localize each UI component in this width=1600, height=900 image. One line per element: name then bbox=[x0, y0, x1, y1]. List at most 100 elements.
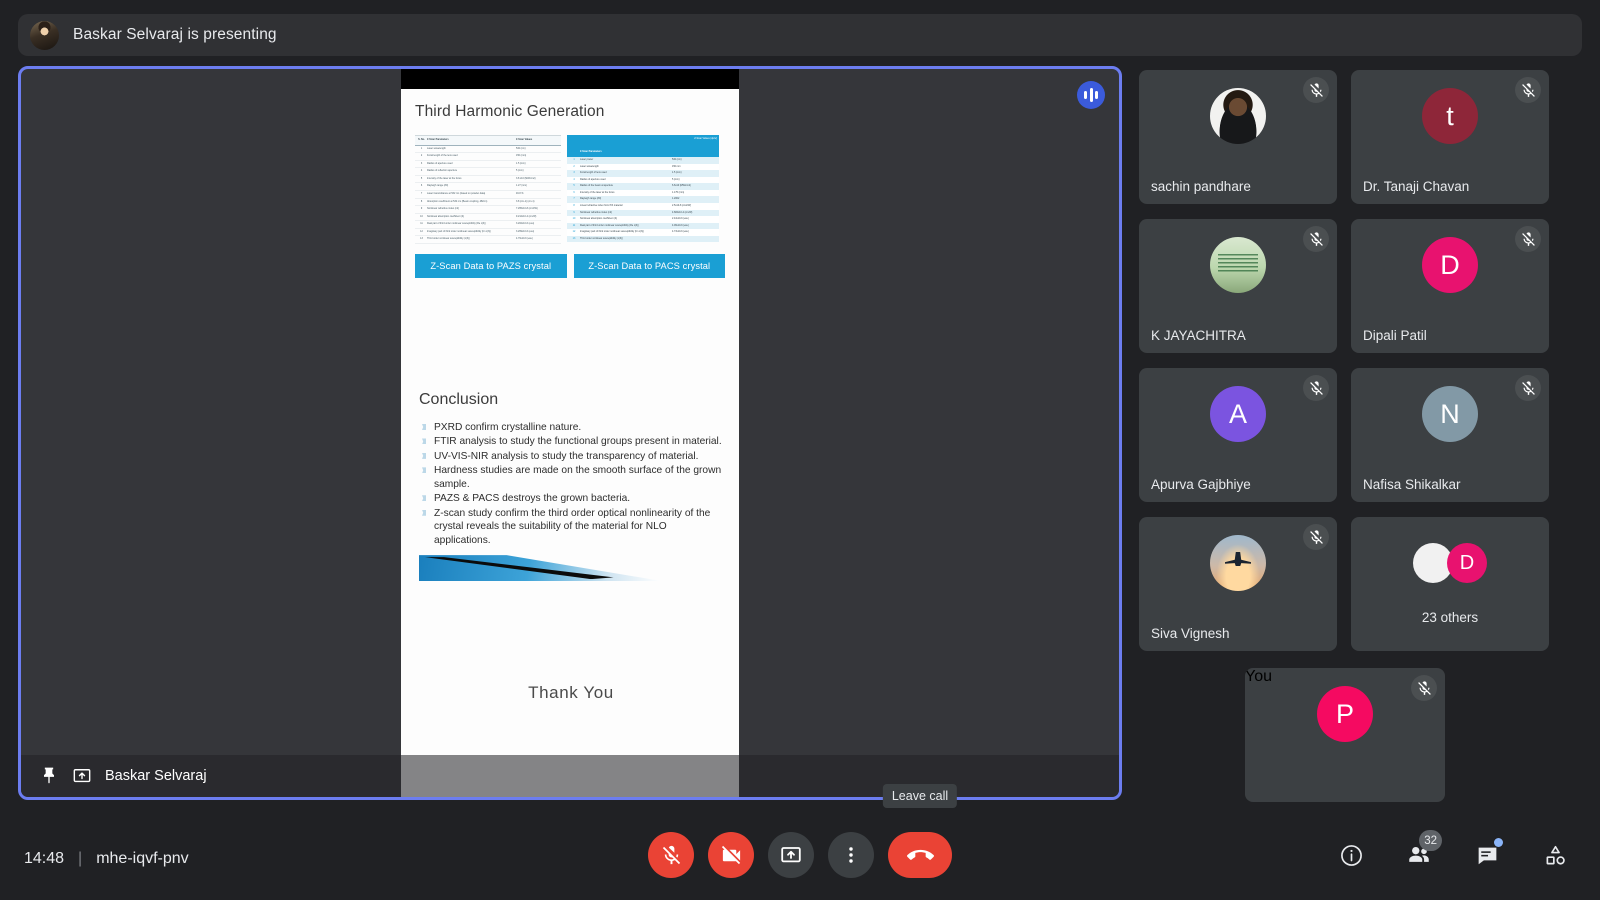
table-row: 4 Radius of reflection aperture 5 (mm) bbox=[415, 168, 561, 176]
table-row: 10 Nonlinear absorption coefficient (b) 9.… bbox=[415, 214, 561, 222]
meeting-details-button[interactable] bbox=[1330, 834, 1372, 876]
table-cell: 2 bbox=[420, 154, 423, 158]
table-cell: 6.6x10 (MW/cm2) bbox=[672, 184, 691, 188]
table-cell: 5 (mm) bbox=[516, 169, 524, 173]
table-cell: 3.8 x10 (MW/cm2) bbox=[516, 176, 536, 180]
table-cell: Real part of third order nonlinear susce… bbox=[580, 223, 639, 227]
table-cell: 4 bbox=[420, 169, 423, 173]
present-screen-button[interactable] bbox=[768, 832, 814, 878]
table-header-cell: Z-Scan Parameters bbox=[580, 150, 602, 154]
tile-you[interactable]: P You bbox=[1245, 668, 1445, 802]
slide-content: Third Harmonic Generation S. No. Z-Scan … bbox=[401, 89, 739, 797]
table-cell: 1.27 (mm) bbox=[516, 184, 527, 188]
camera-off-button[interactable] bbox=[708, 832, 754, 878]
participant-tile[interactable]: N Nafisa Shikalkar bbox=[1351, 368, 1549, 502]
table-cell: Linear refractive index from Pth materia… bbox=[580, 203, 623, 207]
table-cell: Nonlinear absorption coefficient (b) bbox=[580, 217, 618, 221]
table-cell: 1.175 (mm) bbox=[672, 190, 685, 194]
table-row: 3 Radius of aperture used 1.5 (mm) bbox=[415, 161, 561, 169]
table-cell: Absorption coefficient at 532 nm (Beam c… bbox=[427, 199, 488, 203]
pin-icon[interactable] bbox=[39, 766, 59, 786]
table-body: 1 Laser wavelength 532 (nm) 2 Focal length o… bbox=[415, 146, 561, 244]
others-tile[interactable]: D 23 others bbox=[1351, 517, 1549, 651]
z-scan-table-left: S. No. Z-Scan Parameters Z-Scan Values 1… bbox=[415, 135, 561, 244]
table-cell: 11 bbox=[420, 222, 423, 226]
meeting-code[interactable]: mhe-iqvf-pnv bbox=[96, 850, 188, 868]
participant-tile[interactable]: K JAYACHITRA bbox=[1139, 219, 1337, 353]
table-cell: 2.44x10-6 (esu) bbox=[672, 217, 689, 221]
chat-button[interactable] bbox=[1466, 834, 1508, 876]
table-cell: Radius of the beam at aperture bbox=[580, 184, 613, 188]
participant-tile[interactable]: t Dr. Tanaji Chavan bbox=[1351, 70, 1549, 204]
conclusion-bullet: PXRD confirm crystalline nature. bbox=[419, 421, 723, 434]
table-row: 13 Third order nonlinear susceptibility (… bbox=[415, 236, 561, 244]
table-cell: 4 bbox=[573, 177, 575, 181]
mic-off-icon bbox=[1411, 675, 1437, 701]
table-header-row: S. NO. Z-Scan Parameters bbox=[567, 146, 719, 157]
audio-bar bbox=[1089, 88, 1093, 102]
mic-off-icon bbox=[1303, 226, 1329, 252]
table-cell: Laser power bbox=[580, 158, 594, 161]
table-cell: Laser wavelength bbox=[580, 164, 599, 168]
table-cell: 4.684x10-4 (cm/W) bbox=[672, 210, 693, 214]
slide-title: Third Harmonic Generation bbox=[415, 103, 605, 120]
table-cell: Radius of reflection aperture bbox=[427, 169, 458, 173]
show-everyone-button[interactable]: 32 bbox=[1398, 830, 1442, 876]
presenting-banner-text: Baskar Selvaraj is presenting bbox=[73, 26, 277, 43]
table-cell bbox=[672, 237, 718, 242]
slide-tables: S. No. Z-Scan Parameters Z-Scan Values 1… bbox=[415, 135, 725, 244]
participant-tile[interactable]: Siva Vignesh bbox=[1139, 517, 1337, 651]
chat-notification-dot bbox=[1494, 838, 1503, 847]
mic-off-icon bbox=[1515, 375, 1541, 401]
conclusion-bullet: Hardness studies are made on the smooth … bbox=[419, 464, 723, 491]
tile-name: Dr. Tanaji Chavan bbox=[1363, 179, 1470, 194]
participant-tile[interactable]: A Apurva Gajbhiye bbox=[1139, 368, 1337, 502]
table-cell: Rayleigh range (Z0) bbox=[427, 184, 449, 188]
others-avatar-stack: D bbox=[1413, 543, 1487, 583]
presentation-stage[interactable]: Third Harmonic Generation S. No. Z-Scan … bbox=[18, 66, 1122, 800]
leave-call-tooltip: Leave call bbox=[882, 784, 958, 808]
table-row: 9 Nonlinear refractive index (n2) 7.265x10… bbox=[415, 206, 561, 214]
avatar: N bbox=[1422, 386, 1478, 442]
tile-name: sachin pandhare bbox=[1151, 179, 1251, 194]
table-cell: 3.269x10-6 (esu) bbox=[516, 229, 535, 233]
activities-button[interactable] bbox=[1534, 834, 1576, 876]
table-cell: 9.212x10-4 (cm/W) bbox=[516, 214, 537, 218]
table-cell: 7.265x10-8 (cm2/W) bbox=[516, 207, 538, 211]
table-cell: Rayleigh range (Z0) bbox=[580, 197, 602, 201]
participant-tile[interactable]: D Dipali Patil bbox=[1351, 219, 1549, 353]
audio-bar bbox=[1084, 91, 1087, 99]
table-cell: Intensity of the laser at the focus bbox=[427, 176, 462, 180]
table-row: 1 Laser wavelength 532 (nm) bbox=[415, 146, 561, 154]
table-cell: Real part of third order nonlinear susce… bbox=[427, 222, 486, 226]
table-cell: 46.8 % bbox=[516, 191, 524, 195]
presenting-banner: Baskar Selvaraj is presenting bbox=[18, 14, 1582, 56]
table-cell: 10 bbox=[420, 214, 423, 218]
table-cell: 5 (mm) bbox=[672, 177, 680, 181]
tile-name: Dipali Patil bbox=[1363, 328, 1427, 343]
table-cell: 9 bbox=[420, 207, 423, 211]
table-cell: 5 bbox=[573, 184, 575, 188]
table-header-cell: Z-Scan Values bbox=[516, 138, 533, 141]
audio-bar bbox=[1095, 91, 1098, 99]
table-cell: 1.5 (mm) bbox=[516, 161, 526, 165]
table-cell: 532 (nm) bbox=[672, 158, 682, 161]
mic-off-button[interactable] bbox=[648, 832, 694, 878]
table-cell: Third order nonlinear susceptibility (c(… bbox=[580, 236, 623, 240]
avatar: A bbox=[1210, 386, 1266, 442]
table-cell: 4.79x10-6 (esu) bbox=[516, 237, 533, 241]
participant-tile[interactable]: sachin pandhare bbox=[1139, 70, 1337, 204]
table-row: 5 Intensity of the laser at the focus 3.8 … bbox=[415, 176, 561, 184]
table-row: 7 Laser transmittance at 532 nm (based on… bbox=[415, 191, 561, 199]
more-options-button[interactable] bbox=[828, 832, 874, 878]
present-screen-icon[interactable] bbox=[72, 766, 92, 786]
leave-call-button[interactable] bbox=[888, 832, 952, 878]
table-row: 2 Focal length of the lens used 150 (mm) bbox=[415, 153, 561, 161]
table-cell: 10 bbox=[572, 217, 576, 221]
table-cell: 9 bbox=[573, 210, 575, 214]
table-cell: Intensity of the laser at the focus bbox=[580, 190, 615, 194]
avatar bbox=[1210, 237, 1266, 293]
table-cell: 12 bbox=[572, 230, 576, 234]
audio-level-icon bbox=[1077, 81, 1105, 109]
table-cell: 7 bbox=[420, 191, 423, 195]
